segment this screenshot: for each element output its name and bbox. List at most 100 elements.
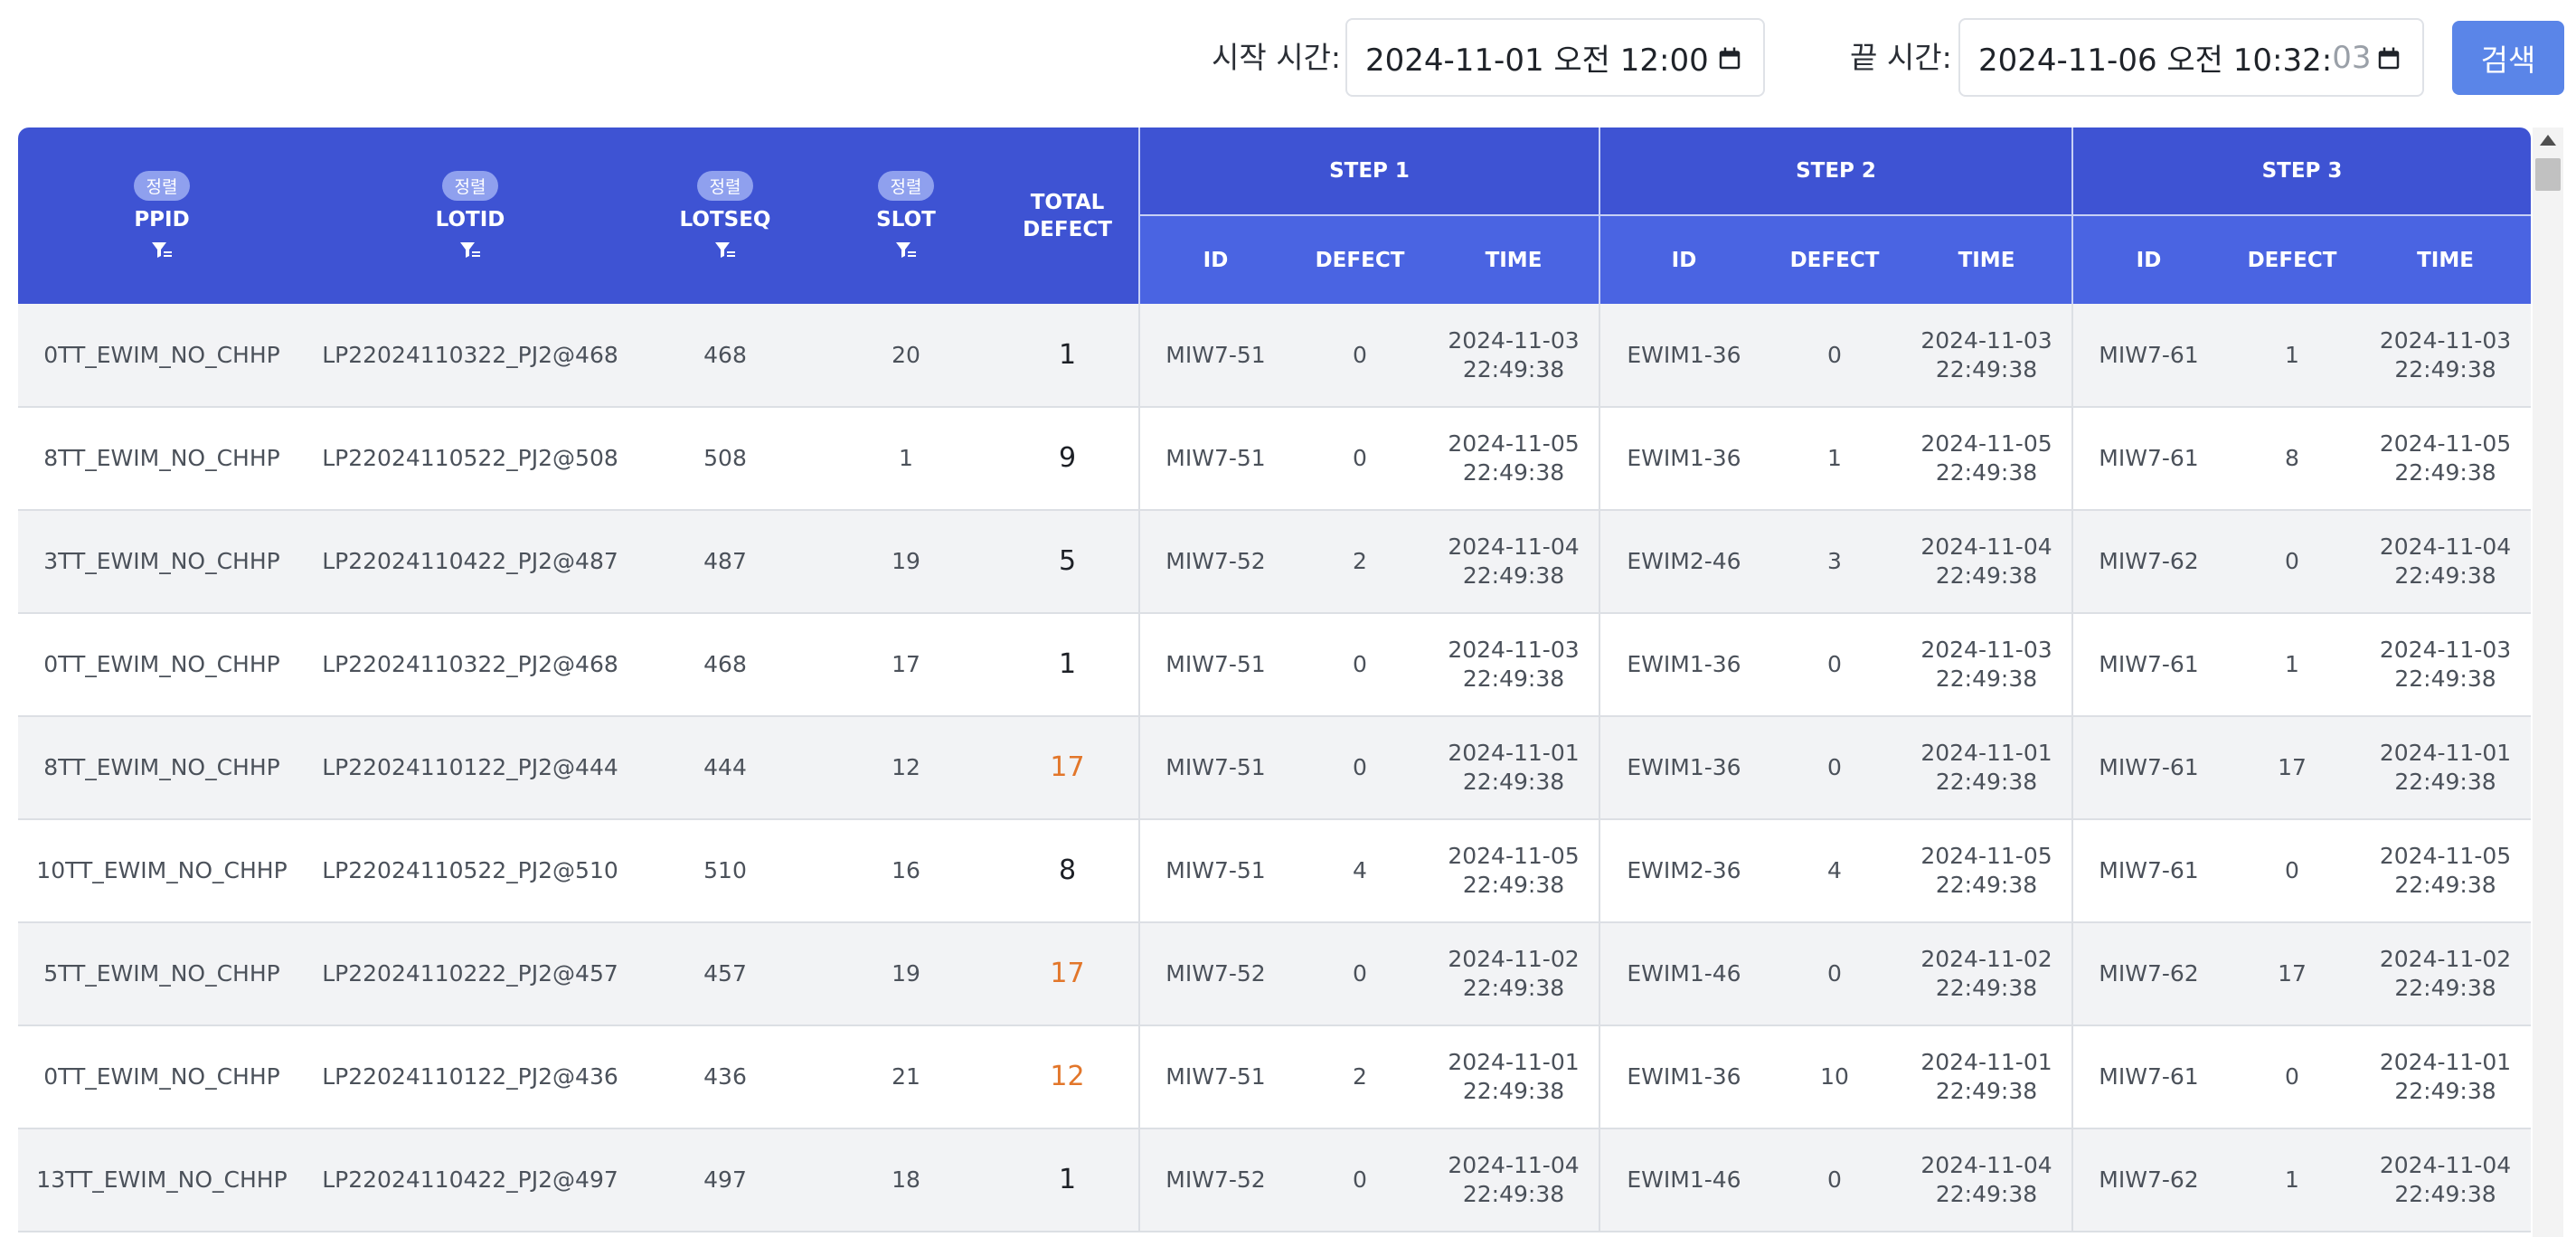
cell-lotid: LP22024110322_PJ2@468 bbox=[306, 304, 635, 408]
column-header-step1-defect: DEFECT bbox=[1291, 214, 1429, 304]
time-date: 2024-11-01 bbox=[1920, 1049, 2052, 1075]
calendar-icon[interactable] bbox=[1716, 45, 1743, 72]
cell-step3-time: 2024-11-05 22:49:38 bbox=[2360, 407, 2531, 511]
cell-step1-time: 2024-11-04 22:49:38 bbox=[1429, 510, 1599, 614]
cell-lotseq: 468 bbox=[635, 613, 816, 717]
time-clock: 22:49:38 bbox=[2394, 769, 2496, 795]
cell-step3-time: 2024-11-02 22:49:38 bbox=[2360, 922, 2531, 1026]
column-header-step1-time: TIME bbox=[1429, 214, 1599, 304]
sort-button[interactable]: 정렬 bbox=[441, 171, 499, 201]
column-header-ppid: 정렬 PPID bbox=[18, 127, 306, 304]
sort-button[interactable]: 정렬 bbox=[696, 171, 754, 201]
cell-step2-time: 2024-11-01 22:49:38 bbox=[1901, 1025, 2072, 1129]
cell-step2-defect: 4 bbox=[1768, 819, 1901, 923]
cell-total-defect: 1 bbox=[996, 304, 1139, 408]
start-time-input[interactable]: 2024-11-01 오전 12:00 bbox=[1345, 18, 1765, 97]
time-clock: 22:49:38 bbox=[2394, 1181, 2496, 1207]
filter-icon[interactable] bbox=[459, 241, 481, 260]
cell-step2-defect: 0 bbox=[1768, 922, 1901, 1026]
cell-step2-time: 2024-11-02 22:49:38 bbox=[1901, 922, 2072, 1026]
cell-step2-time: 2024-11-05 22:49:38 bbox=[1901, 819, 2072, 923]
sort-button[interactable]: 정렬 bbox=[877, 171, 935, 201]
table-body: 0TT_EWIM_NO_CHHP LP22024110322_PJ2@468 468… bbox=[18, 304, 2531, 1232]
start-time-value: 2024-11-01 오전 12:00 bbox=[1365, 42, 1709, 79]
cell-total-defect: 5 bbox=[996, 510, 1139, 614]
table-row[interactable]: 10TT_EWIM_NO_CHHP LP22024110522_PJ2@510 51… bbox=[18, 819, 2531, 923]
time-clock: 22:49:38 bbox=[2394, 459, 2496, 486]
table-row[interactable]: 0TT_EWIM_NO_CHHP LP22024110322_PJ2@468 468… bbox=[18, 613, 2531, 717]
cell-step1-defect: 0 bbox=[1291, 304, 1429, 408]
cell-slot: 19 bbox=[816, 510, 996, 614]
calendar-icon[interactable] bbox=[2375, 45, 2402, 72]
time-date: 2024-11-01 bbox=[2379, 740, 2512, 766]
end-time-value-dim: 03 bbox=[2332, 39, 2372, 76]
cell-step1-defect: 2 bbox=[1291, 510, 1429, 614]
cell-lotid: LP22024110422_PJ2@497 bbox=[306, 1128, 635, 1232]
cell-step3-id: MIW7-61 bbox=[2071, 407, 2224, 511]
cell-total-defect: 12 bbox=[996, 1025, 1139, 1129]
cell-lotseq: 510 bbox=[635, 819, 816, 923]
end-time-input[interactable]: 2024-11-06 오전 10:32: 03 bbox=[1958, 18, 2424, 97]
time-clock: 22:49:38 bbox=[1935, 562, 2038, 589]
table-row[interactable]: 8TT_EWIM_NO_CHHP LP22024110122_PJ2@444 444… bbox=[18, 716, 2531, 820]
cell-step1-id: MIW7-52 bbox=[1138, 510, 1291, 614]
cell-step3-defect: 0 bbox=[2224, 510, 2360, 614]
cell-step1-id: MIW7-51 bbox=[1138, 819, 1291, 923]
time-date: 2024-11-01 bbox=[1448, 1049, 1580, 1075]
cell-slot: 20 bbox=[816, 304, 996, 408]
cell-step3-defect: 17 bbox=[2224, 922, 2360, 1026]
table-row[interactable]: 8TT_EWIM_NO_CHHP LP22024110522_PJ2@508 508… bbox=[18, 407, 2531, 511]
time-clock: 22:49:38 bbox=[1462, 769, 1565, 795]
search-button[interactable]: 검색 bbox=[2452, 21, 2564, 95]
scroll-up-arrow-icon[interactable] bbox=[2540, 135, 2556, 146]
cell-total-defect: 9 bbox=[996, 407, 1139, 511]
sort-button[interactable]: 정렬 bbox=[133, 171, 191, 201]
table-row[interactable]: 3TT_EWIM_NO_CHHP LP22024110422_PJ2@487 487… bbox=[18, 510, 2531, 614]
table-row[interactable]: 0TT_EWIM_NO_CHHP LP22024110122_PJ2@436 436… bbox=[18, 1025, 2531, 1129]
table-row[interactable]: 13TT_EWIM_NO_CHHP LP22024110422_PJ2@497 49… bbox=[18, 1128, 2531, 1232]
cell-step1-defect: 0 bbox=[1291, 613, 1429, 717]
column-title-total: TOTAL bbox=[1030, 190, 1105, 214]
cell-lotid: LP22024110522_PJ2@508 bbox=[306, 407, 635, 511]
column-header-step2-id: ID bbox=[1599, 214, 1768, 304]
time-date: 2024-11-05 bbox=[2379, 430, 2512, 457]
time-date: 2024-11-04 bbox=[1448, 534, 1580, 560]
group-header-step1: STEP 1 bbox=[1138, 127, 1599, 215]
table-row[interactable]: 0TT_EWIM_NO_CHHP LP22024110322_PJ2@468 468… bbox=[18, 304, 2531, 408]
scroll-thumb[interactable] bbox=[2535, 158, 2561, 191]
cell-step1-time: 2024-11-05 22:49:38 bbox=[1429, 407, 1599, 511]
cell-lotseq: 487 bbox=[635, 510, 816, 614]
time-date: 2024-11-03 bbox=[1448, 326, 1580, 354]
cell-step2-time: 2024-11-03 22:49:38 bbox=[1901, 613, 2072, 717]
cell-step2-time: 2024-11-03 22:49:38 bbox=[1901, 304, 2072, 408]
filter-icon[interactable] bbox=[714, 241, 736, 260]
cell-lotid: LP22024110422_PJ2@487 bbox=[306, 510, 635, 614]
cell-step2-defect: 0 bbox=[1768, 716, 1901, 820]
cell-slot: 16 bbox=[816, 819, 996, 923]
cell-step2-id: EWIM1-46 bbox=[1599, 922, 1768, 1026]
filter-icon[interactable] bbox=[895, 241, 917, 260]
time-clock: 22:49:38 bbox=[1462, 459, 1565, 486]
time-clock: 22:49:38 bbox=[1935, 355, 2038, 382]
cell-step1-time: 2024-11-03 22:49:38 bbox=[1429, 613, 1599, 717]
column-header-step2-defect: DEFECT bbox=[1768, 214, 1901, 304]
filter-icon[interactable] bbox=[151, 241, 173, 260]
cell-step1-defect: 0 bbox=[1291, 1128, 1429, 1232]
cell-lotid: LP22024110222_PJ2@457 bbox=[306, 922, 635, 1026]
time-clock: 22:49:38 bbox=[2394, 1078, 2496, 1104]
time-clock: 22:49:38 bbox=[1935, 459, 2038, 486]
cell-step1-defect: 2 bbox=[1291, 1025, 1429, 1129]
time-clock: 22:49:38 bbox=[1462, 666, 1565, 692]
time-date: 2024-11-03 bbox=[1920, 326, 2052, 354]
cell-ppid: 8TT_EWIM_NO_CHHP bbox=[18, 716, 306, 820]
time-date: 2024-11-05 bbox=[1448, 843, 1580, 869]
cell-ppid: 0TT_EWIM_NO_CHHP bbox=[18, 304, 306, 408]
cell-step3-time: 2024-11-01 22:49:38 bbox=[2360, 1025, 2531, 1129]
cell-step2-defect: 0 bbox=[1768, 1128, 1901, 1232]
time-date: 2024-11-01 bbox=[2379, 1049, 2512, 1075]
cell-step2-time: 2024-11-05 22:49:38 bbox=[1901, 407, 2072, 511]
vertical-scrollbar[interactable] bbox=[2533, 127, 2563, 1237]
cell-step2-time: 2024-11-04 22:49:38 bbox=[1901, 510, 2072, 614]
cell-lotseq: 444 bbox=[635, 716, 816, 820]
table-row[interactable]: 5TT_EWIM_NO_CHHP LP22024110222_PJ2@457 457… bbox=[18, 922, 2531, 1026]
